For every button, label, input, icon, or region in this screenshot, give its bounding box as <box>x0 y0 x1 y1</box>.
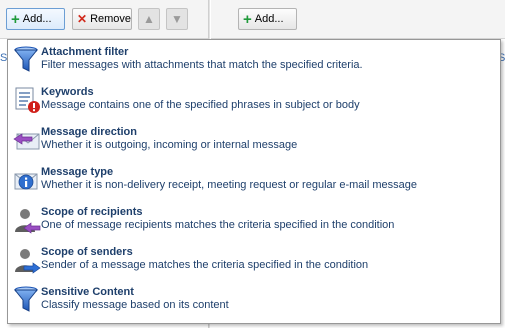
menu-item-title: Message direction <box>41 126 137 138</box>
arrow-up-icon: ▲ <box>143 12 155 26</box>
funnel-icon <box>13 46 39 72</box>
menu-item-description: Whether it is outgoing, incoming or inte… <box>41 139 298 151</box>
add-condition-button[interactable]: + Add... <box>6 8 65 30</box>
arrow-down-icon: ▼ <box>171 12 183 26</box>
menu-item-description: Classify message based on its content <box>41 299 229 311</box>
menu-item-description: Whether it is non-delivery receipt, meet… <box>41 179 417 191</box>
add-action-button[interactable]: + Add... <box>238 8 297 30</box>
menu-item-title: Scope of recipients <box>41 206 143 218</box>
menu-item-description: Sender of a message matches the criteria… <box>41 259 369 271</box>
menu-item-title: Attachment filter <box>41 46 129 58</box>
message-type-info-icon <box>14 173 38 190</box>
sensitive-content-funnel-icon <box>13 286 39 312</box>
menu-item-title: Keywords <box>41 86 94 98</box>
move-up-button[interactable]: ▲ <box>138 8 160 30</box>
menu-item-description: One of message recipients matches the cr… <box>41 219 395 231</box>
plus-icon: + <box>243 10 252 28</box>
menu-item-message-type[interactable]: Message type Whether it is non-delivery … <box>8 160 500 200</box>
menu-item-attachment-filter[interactable]: Attachment filter Filter messages with a… <box>8 40 500 80</box>
plus-icon: + <box>11 10 20 28</box>
menu-item-title: Scope of senders <box>41 246 133 258</box>
remove-x-icon: ✕ <box>77 12 88 26</box>
menu-item-title: Sensitive Content <box>41 286 134 298</box>
add-button-label: Add... <box>22 13 52 25</box>
remove-button[interactable]: ✕ Remove <box>72 8 132 30</box>
menu-item-keywords[interactable]: Keywords Message contains one of the spe… <box>8 80 500 120</box>
menu-item-message-direction[interactable]: Message direction Whether it is outgoing… <box>8 120 500 160</box>
keywords-document-icon <box>15 87 40 113</box>
remove-button-label: Remove <box>90 13 132 25</box>
condition-dropdown-menu: Attachment filter Filter messages with a… <box>7 39 501 324</box>
menu-item-sensitive-content[interactable]: Sensitive Content Classify message based… <box>8 280 500 320</box>
menu-item-scope-of-recipients[interactable]: Scope of recipients One of message recip… <box>8 200 500 240</box>
menu-item-description: Filter messages with attachments that ma… <box>41 59 363 71</box>
menu-item-title: Message type <box>41 166 114 178</box>
menu-item-scope-of-senders[interactable]: Scope of senders Sender of a message mat… <box>8 240 500 280</box>
senders-user-icon <box>15 249 41 274</box>
move-down-button[interactable]: ▼ <box>166 8 188 30</box>
recipients-user-icon <box>15 209 41 234</box>
menu-item-description: Message contains one of the specified ph… <box>41 99 360 111</box>
add-button-label: Add... <box>254 13 284 25</box>
message-direction-icon <box>13 133 40 150</box>
